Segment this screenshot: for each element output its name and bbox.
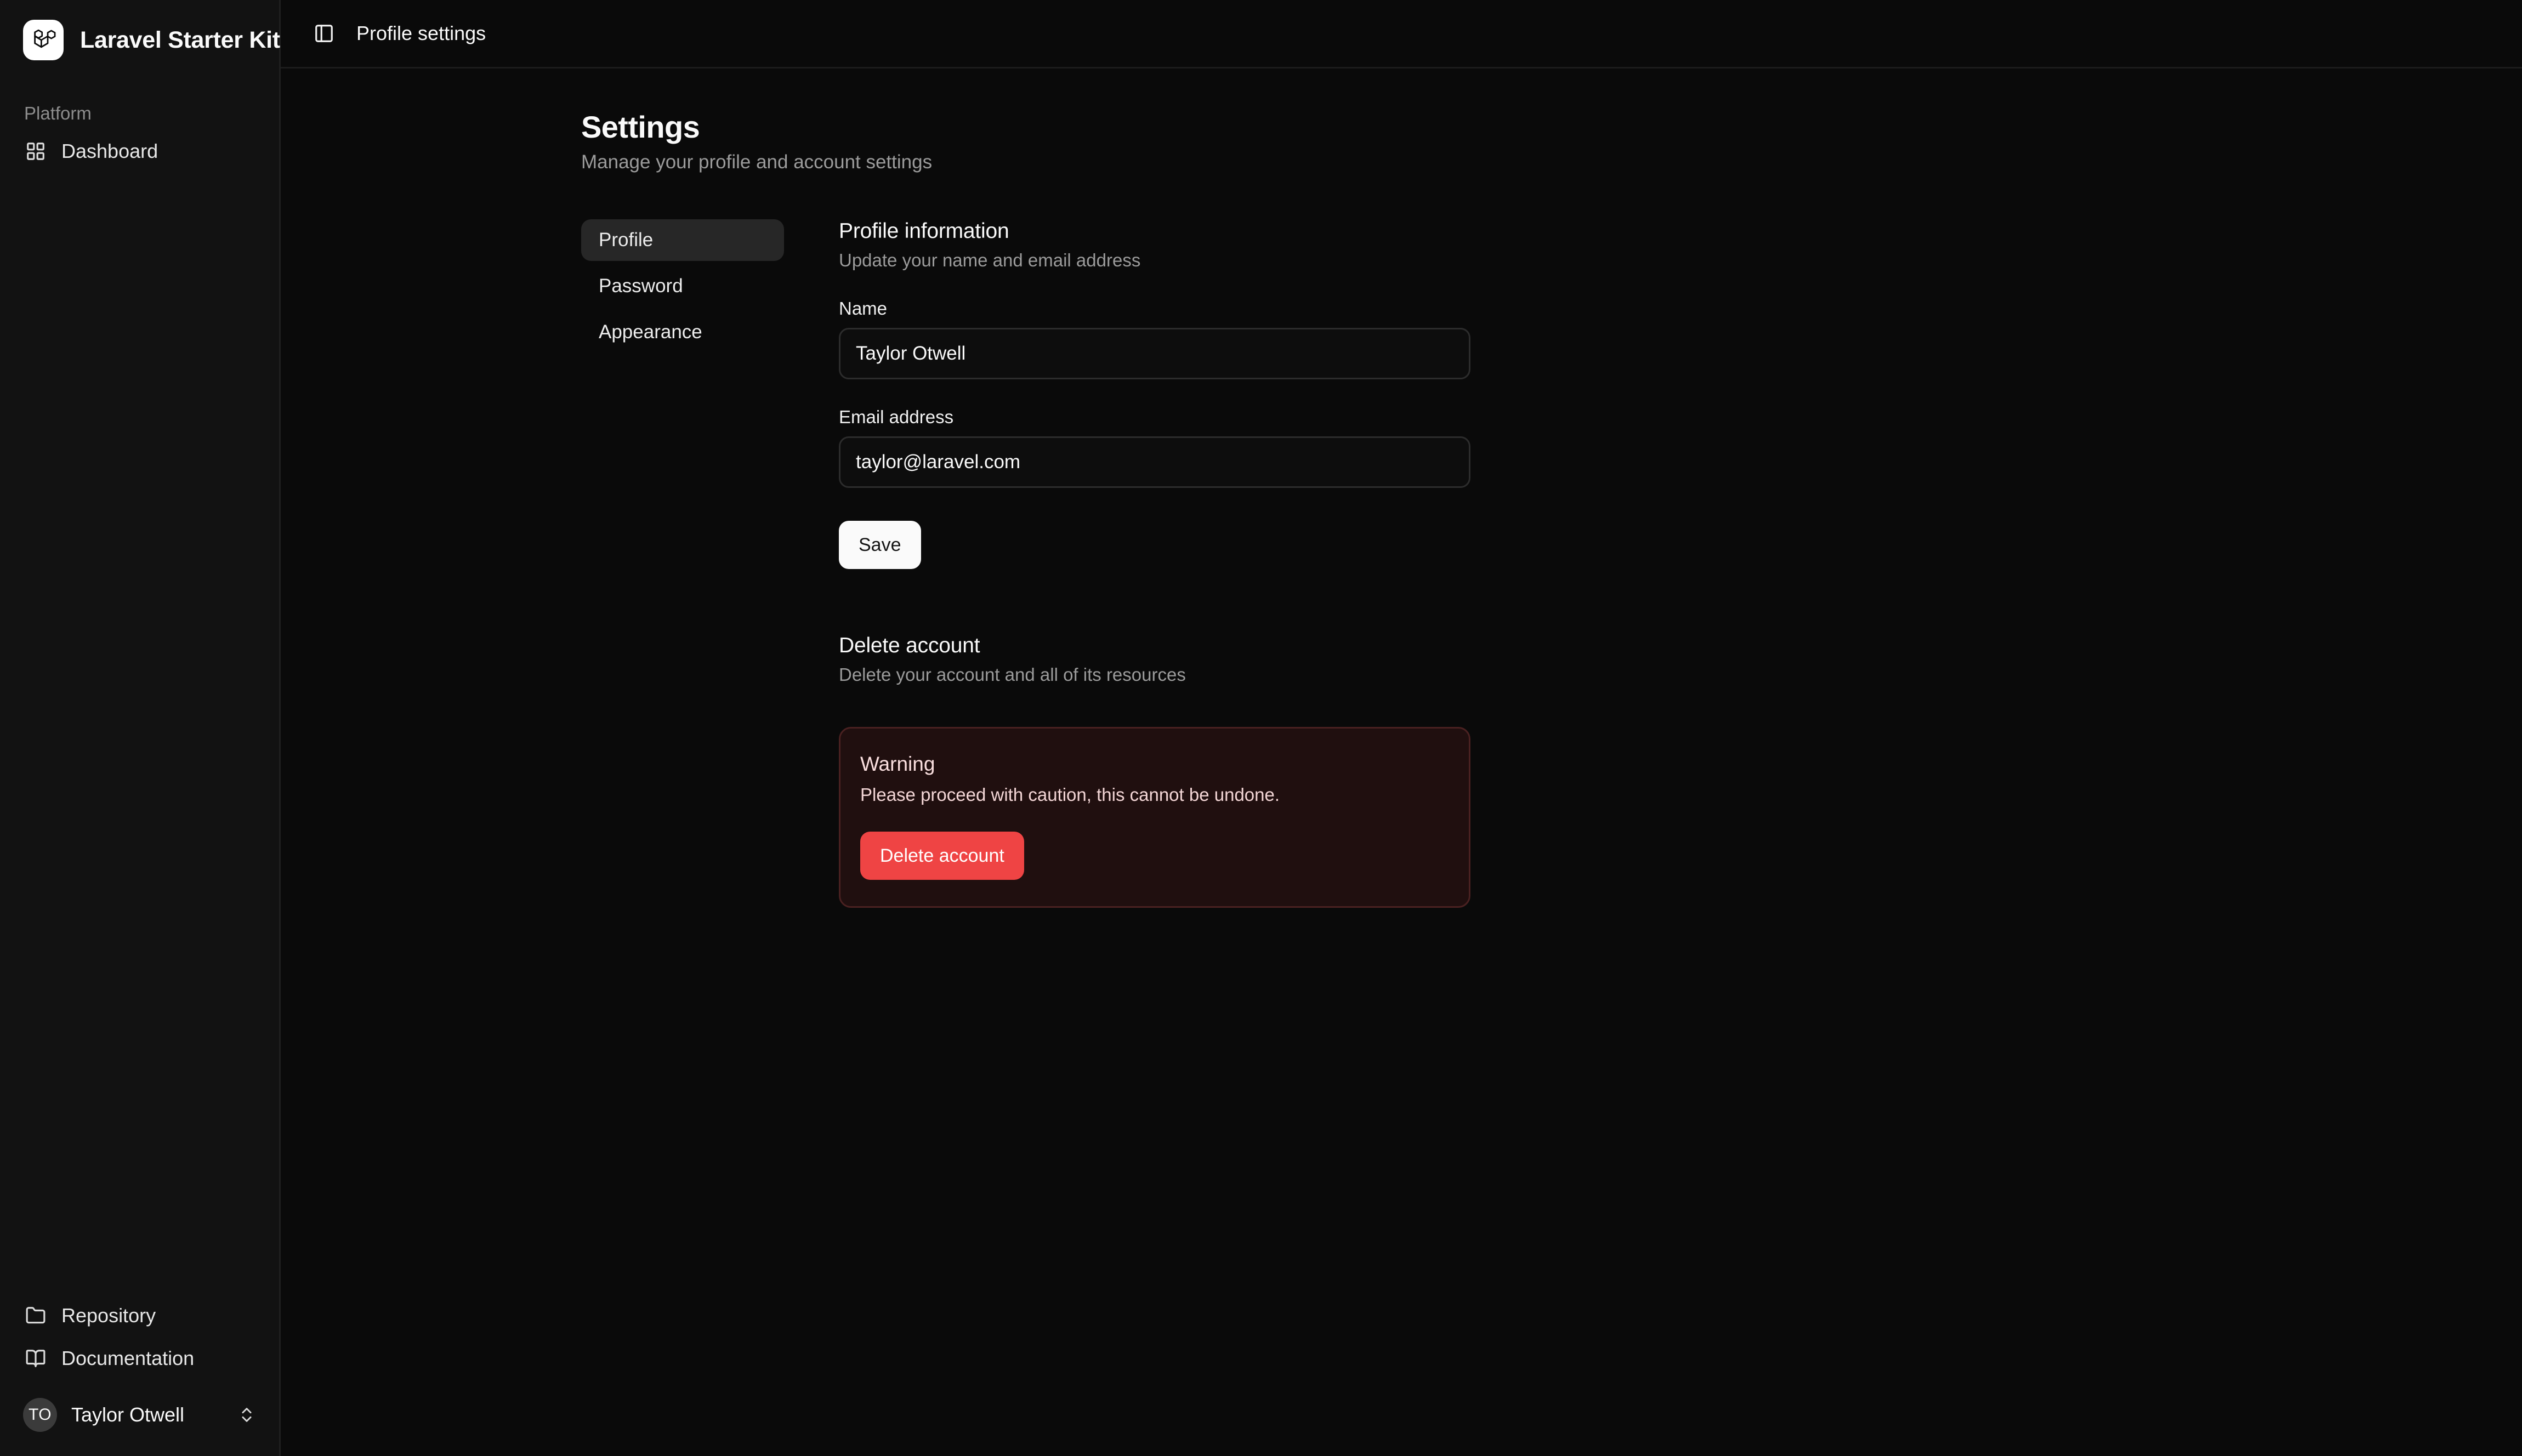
settings-content: Settings Manage your profile and account… [281, 69, 2522, 1456]
name-label: Name [839, 298, 888, 318]
topbar: Profile settings [281, 0, 2522, 69]
tab-password[interactable]: Password [581, 265, 784, 307]
sidebar-group-label: Platform [24, 103, 92, 123]
brand-link[interactable]: Laravel Starter Kit [10, 13, 280, 67]
delete-account-subtitle: Delete your account and all of its resou… [839, 664, 1186, 685]
app-root: Laravel Starter Kit Platform Dashboard R… [0, 0, 2522, 1456]
avatar: TO [23, 1398, 57, 1432]
profile-information-subtitle: Update your name and email address [839, 250, 1141, 270]
save-button[interactable]: Save [839, 521, 921, 569]
main-area: Profile settings Settings Manage your pr… [281, 0, 2522, 1456]
breadcrumb: Profile settings [356, 22, 486, 44]
settings-layout: Profile Password Appearance Profile info… [581, 219, 2522, 908]
profile-panel: Profile information Update your name and… [839, 219, 1470, 908]
tab-profile[interactable]: Profile [581, 219, 784, 261]
sidebar-nav: Dashboard [0, 132, 279, 171]
sidebar: Laravel Starter Kit Platform Dashboard R… [0, 0, 281, 1456]
sidebar-item-label: Documentation [61, 1347, 195, 1369]
sidebar-item-label: Dashboard [61, 140, 158, 162]
page-title: Settings [581, 110, 700, 144]
name-input[interactable] [839, 328, 1470, 379]
name-field-group: Name [839, 298, 1470, 379]
tab-label: Profile [599, 229, 654, 251]
chevrons-up-down-icon [237, 1406, 256, 1424]
email-field-group: Email address [839, 407, 1470, 488]
sidebar-item-label: Repository [61, 1304, 156, 1327]
layout-grid-icon [24, 140, 47, 163]
profile-information-title: Profile information [839, 219, 1009, 243]
panel-left-icon[interactable] [307, 16, 341, 50]
tab-appearance[interactable]: Appearance [581, 311, 784, 353]
delete-account-title: Delete account [839, 634, 980, 657]
tab-label: Appearance [599, 321, 702, 343]
sidebar-user-menu[interactable]: TO Taylor Otwell [10, 1390, 269, 1440]
sidebar-item-documentation[interactable]: Documentation [10, 1339, 269, 1378]
folder-icon [24, 1304, 47, 1327]
user-name: Taylor Otwell [71, 1403, 185, 1426]
delete-account-button[interactable]: Delete account [860, 832, 1024, 880]
sidebar-item-dashboard[interactable]: Dashboard [10, 132, 269, 171]
warning-card: Warning Please proceed with caution, thi… [839, 727, 1470, 908]
sidebar-footer-nav: Repository Documentation [0, 1296, 279, 1384]
email-input[interactable] [839, 436, 1470, 488]
page-subtitle: Manage your profile and account settings [581, 151, 933, 173]
tab-label: Password [599, 275, 683, 297]
warning-text: Please proceed with caution, this cannot… [860, 784, 1280, 805]
laravel-logo-icon [23, 20, 64, 60]
email-label: Email address [839, 407, 954, 427]
delete-account-section: Delete account Delete your account and a… [839, 634, 1470, 908]
sidebar-item-repository[interactable]: Repository [10, 1296, 269, 1335]
warning-title: Warning [860, 753, 935, 775]
book-open-icon [24, 1347, 47, 1370]
settings-nav: Profile Password Appearance [581, 219, 784, 908]
brand-name: Laravel Starter Kit [80, 26, 280, 53]
